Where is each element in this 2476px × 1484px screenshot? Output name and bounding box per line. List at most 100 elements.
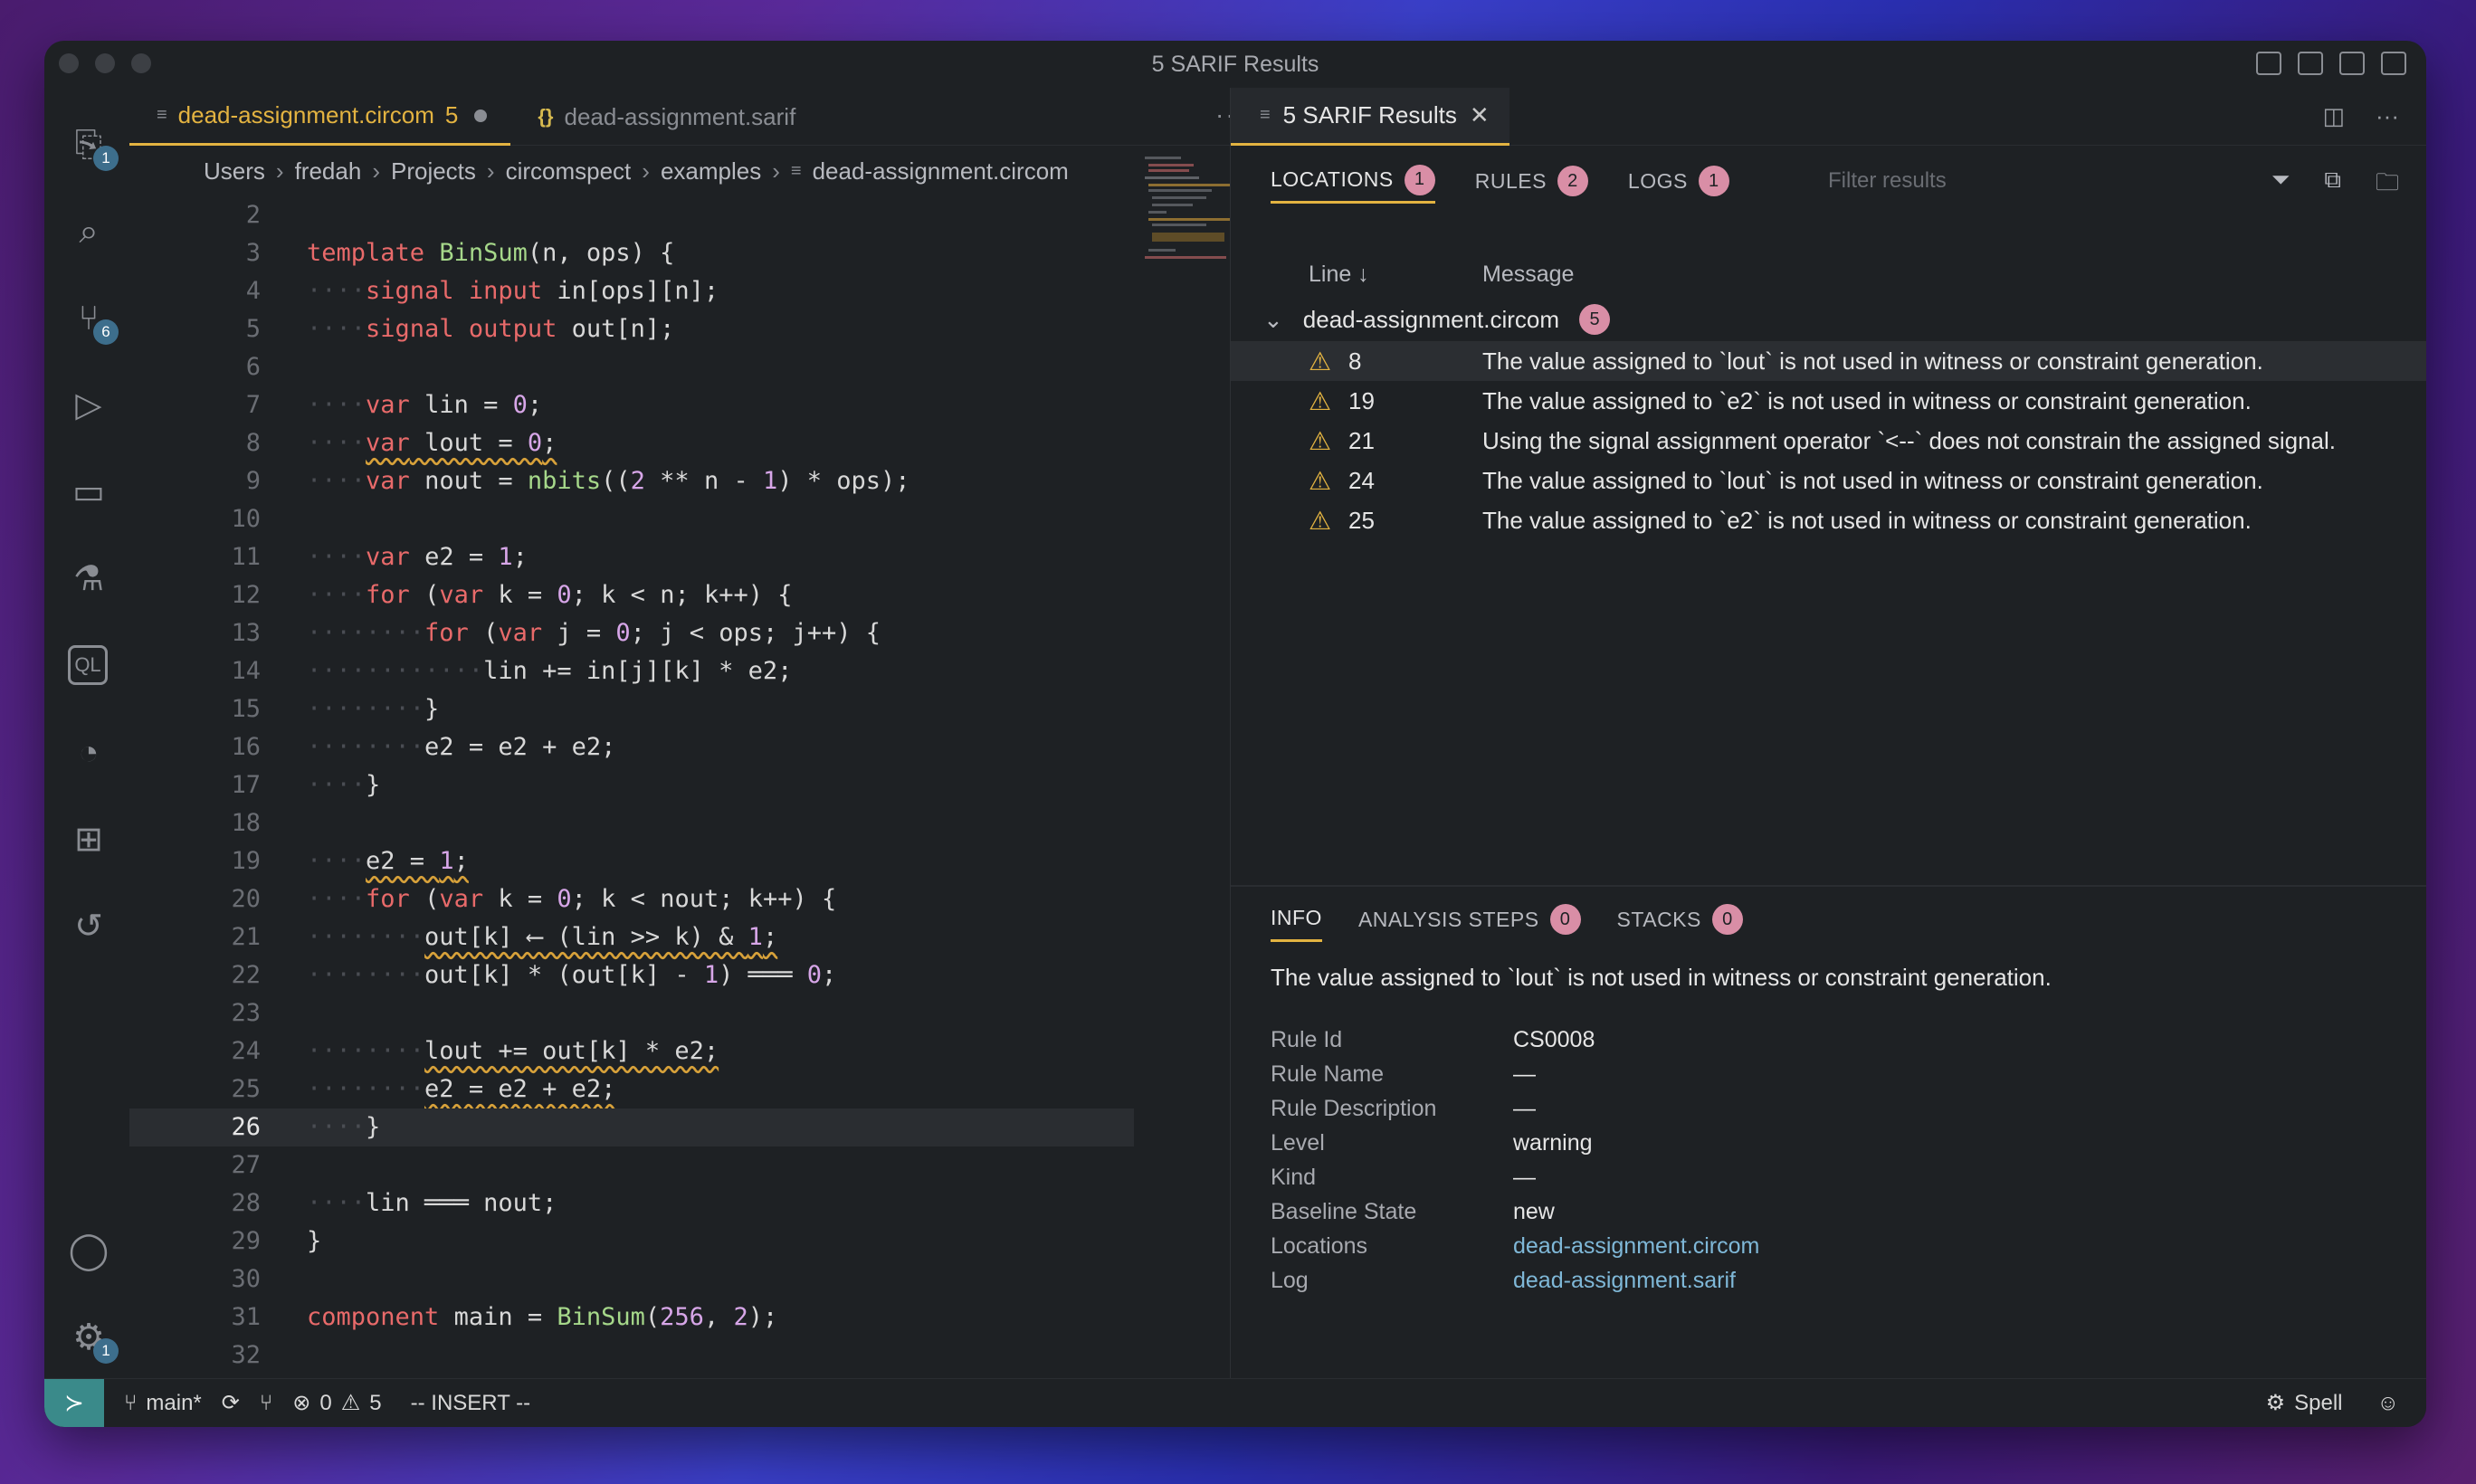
line-number: 25 [231, 1075, 261, 1103]
code-line[interactable]: 6 [129, 348, 1134, 386]
branch-status[interactable]: ⑂ main* [124, 1391, 202, 1416]
breadcrumb: Users › fredah › Projects › circomspect › exampl… [204, 149, 1069, 193]
breadcrumb-item[interactable]: fredah [295, 157, 362, 186]
code-text: ····for (var k = 0; k < n; k++) { [307, 581, 793, 609]
info-tab-info[interactable]: INFO [1271, 897, 1322, 942]
zoom-window-button[interactable] [131, 53, 151, 73]
code-line[interactable]: 23 [129, 994, 1134, 1032]
code-line[interactable]: 27 [129, 1146, 1134, 1184]
git-graph-status-icon[interactable]: ⑂ [260, 1391, 272, 1416]
result-row[interactable]: ⚠ 8 The value assigned to `lout` is not us… [1231, 341, 2426, 381]
code-line[interactable]: 2 [129, 196, 1134, 234]
code-line[interactable]: 12 ····for (var k = 0; k < n; k++) { [129, 576, 1134, 614]
result-row[interactable]: ⚠ 21 Using the signal assignment operator … [1231, 421, 2426, 461]
editor-group: ≡ dead-assignment.circom 5 {} dead-assig… [129, 88, 1273, 1378]
code-line[interactable]: 7 ····var lin = 0; [129, 386, 1134, 424]
tab-dead-assignment-sarif[interactable]: {} dead-assignment.sarif [510, 88, 819, 146]
result-row[interactable]: ⚠ 24 The value assigned to `lout` is not u… [1231, 461, 2426, 500]
search-icon[interactable]: ⌕ [68, 211, 110, 252]
code-line[interactable]: 26 ····} [129, 1108, 1134, 1146]
code-line[interactable]: 30 [129, 1260, 1134, 1298]
code-line[interactable]: 14 ············lin += in[j][k] * e2; [129, 652, 1134, 690]
code-line[interactable]: 20 ····for (var k = 0; k < nout; k++) { [129, 880, 1134, 918]
breadcrumb-item[interactable]: Users [204, 157, 265, 186]
code-line[interactable]: 28 ····lin ═══ nout; [129, 1184, 1134, 1222]
spell-status[interactable]: ⚙ Spell [2266, 1390, 2343, 1416]
code-line[interactable]: 13 ········for (var j = 0; j < ops; j++) … [129, 614, 1134, 652]
code-line[interactable]: 24 ········lout += out[k] * e2; [129, 1032, 1134, 1070]
code-line[interactable]: 29} [129, 1222, 1134, 1260]
explorer-icon[interactable]: ⎘ 1 [68, 124, 119, 171]
settings-gear-icon[interactable]: ⚙ 1 [68, 1317, 119, 1364]
code-line[interactable]: 8 ····var lout = 0; [129, 424, 1134, 462]
code-line[interactable]: 18 [129, 804, 1134, 842]
code-line[interactable]: 16 ········e2 = e2 + e2; [129, 728, 1134, 766]
result-row[interactable]: ⚠ 25 The value assigned to `e2` is not use… [1231, 500, 2426, 540]
feedback-icon[interactable]: ☺ [2376, 1391, 2399, 1416]
property-key: Kind [1271, 1165, 1317, 1190]
code-line[interactable]: 25 ········e2 = e2 + e2; [129, 1070, 1134, 1108]
code-line[interactable]: 5 ····signal output out[n]; [129, 310, 1134, 348]
info-tab-analysis-steps[interactable]: ANALYSIS STEPS 0 [1358, 897, 1581, 942]
run-debug-icon[interactable]: ▷ [68, 385, 110, 426]
tab-dead-assignment-circom[interactable]: ≡ dead-assignment.circom 5 [129, 88, 511, 146]
history-icon[interactable]: ↺ [68, 906, 110, 947]
code-line[interactable]: 10 [129, 500, 1134, 538]
tab-sarif-results[interactable]: ≡ 5 SARIF Results ✕ [1231, 87, 1509, 146]
more-actions-icon[interactable]: ··· [2376, 102, 2399, 130]
code-editor[interactable]: 2 3 template BinSum(n, ops) {4 ····signal i… [129, 196, 1134, 1375]
code-line[interactable]: 22 ········out[k] * (out[k] - 1) ═══ 0; [129, 956, 1134, 994]
open-log-folder-icon[interactable]: 🗀 [2376, 166, 2399, 205]
result-row[interactable]: ⚠ 19 The value assigned to `e2` is not use… [1231, 381, 2426, 421]
code-text: ············lin += in[j][k] * e2; [307, 657, 793, 685]
close-icon[interactable]: ✕ [1470, 101, 1490, 129]
git-graph-icon[interactable]: ◔ [68, 732, 110, 774]
filter-results-input[interactable]: Filter results [1810, 160, 2208, 202]
chevron-down-icon[interactable]: ⌄ [1263, 306, 1283, 334]
breadcrumb-item[interactable]: dead-assignment.circom [813, 157, 1069, 186]
code-line[interactable]: 9 ····var nout = nbits((2 ** n - 1) * ops… [129, 462, 1134, 500]
remote-explorer-icon[interactable]: ▭ [68, 471, 110, 513]
split-editor-icon[interactable]: ◫ [2322, 102, 2345, 130]
collapse-all-icon[interactable]: ⧉ [2324, 166, 2341, 205]
accounts-icon[interactable]: ◯ [68, 1230, 110, 1271]
breadcrumb-item[interactable]: examples [661, 157, 761, 186]
extensions-icon[interactable]: ⊞ [68, 819, 110, 861]
breadcrumb-item[interactable]: Projects [391, 157, 476, 186]
breadcrumb-item[interactable]: circomspect [506, 157, 632, 186]
source-control-icon[interactable]: ⑂ 6 [68, 298, 119, 345]
code-line[interactable]: 3 template BinSum(n, ops) { [129, 234, 1134, 272]
code-line[interactable]: 11 ····var e2 = 1; [129, 538, 1134, 576]
subtab-locations[interactable]: LOCATIONS 1 [1271, 158, 1435, 204]
info-tab-stacks[interactable]: STACKS 0 [1617, 897, 1743, 942]
toggle-sidebar-icon[interactable] [2256, 52, 2281, 75]
code-line[interactable]: 15 ········} [129, 690, 1134, 728]
subtab-rules[interactable]: RULES 2 [1475, 158, 1588, 204]
code-line[interactable]: 17 ····} [129, 766, 1134, 804]
toggle-secondary-sidebar-icon[interactable] [2339, 52, 2365, 75]
code-line[interactable]: 21 ········out[k] ⟵ (lin >> k) & 1; [129, 918, 1134, 956]
code-line[interactable]: 19 ····e2 = 1; [129, 842, 1134, 880]
property-value[interactable]: dead-assignment.circom [1513, 1233, 1759, 1268]
codeql-icon[interactable]: QL [68, 645, 108, 685]
filter-icon[interactable]: ⏷ [2271, 166, 2290, 205]
code-line[interactable]: 31 component main = BinSum(256, 2); [129, 1298, 1134, 1337]
close-window-button[interactable] [59, 53, 79, 73]
minimize-window-button[interactable] [95, 53, 115, 73]
problems-status[interactable]: ⊗ 0 ⚠ 5 [292, 1390, 381, 1416]
result-group[interactable]: ⌄ dead-assignment.circom 5 [1263, 300, 1611, 339]
code-line[interactable]: 32 [129, 1337, 1134, 1375]
unsaved-dot-icon[interactable] [474, 109, 488, 122]
testing-icon[interactable]: ⚗ [68, 558, 110, 600]
sarif-tabs: ≡ 5 SARIF Results ✕ ◫ ··· [1231, 87, 2426, 146]
customize-layout-icon[interactable] [2381, 52, 2406, 75]
remote-indicator-icon[interactable]: ≻ [44, 1378, 104, 1427]
panel-divider[interactable] [1231, 885, 2426, 887]
column-header-line[interactable]: Line ↓ [1309, 262, 1369, 288]
sync-icon[interactable]: ⟳ [222, 1390, 240, 1416]
column-header-message[interactable]: Message [1482, 262, 1574, 288]
property-value[interactable]: dead-assignment.sarif [1513, 1268, 1736, 1302]
toggle-panel-icon[interactable] [2298, 52, 2323, 75]
subtab-logs[interactable]: LOGS 1 [1628, 158, 1729, 204]
code-line[interactable]: 4 ····signal input in[ops][n]; [129, 272, 1134, 310]
